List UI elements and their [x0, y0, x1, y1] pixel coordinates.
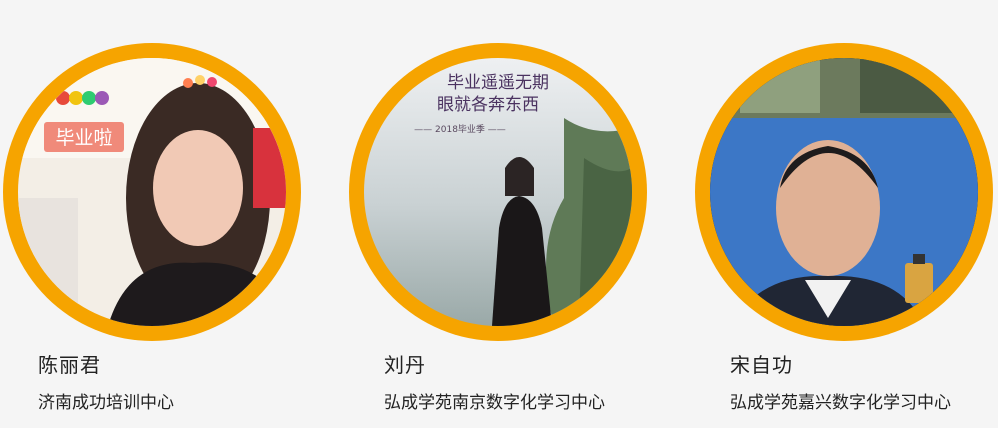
graduate-card-2: 毕业遥遥无期 眼就各奔东西 —— 2018毕业季 —— 刘丹 弘成学苑南京数字化… — [346, 0, 647, 428]
photo-caption-line-2: 眼就各奔东西 — [437, 95, 539, 115]
avatar-ring: 毕业遥遥无期 眼就各奔东西 —— 2018毕业季 —— — [349, 43, 647, 341]
graduate-name: 陈丽君 — [38, 353, 101, 377]
avatar-ring — [695, 43, 993, 341]
graduate-card-1: 毕业啦 陈丽君 济南成功培训中心 — [0, 0, 301, 428]
avatar-ring: 毕业啦 — [3, 43, 301, 341]
graduate-photo — [710, 58, 978, 326]
photo-caption: 毕业啦 — [55, 127, 112, 149]
graduate-organization: 弘成学苑南京数字化学习中心 — [384, 393, 605, 413]
photo-caption-small: —— 2018毕业季 —— — [414, 123, 506, 135]
graduate-card-3: 宋自功 弘成学苑嘉兴数字化学习中心 — [692, 0, 993, 428]
graduate-photo: 毕业啦 — [18, 58, 286, 326]
graduate-organization: 济南成功培训中心 — [38, 393, 174, 413]
graduate-organization: 弘成学苑嘉兴数字化学习中心 — [730, 393, 951, 413]
graduate-name: 宋自功 — [730, 353, 793, 377]
photo-caption-line-1: 毕业遥遥无期 — [447, 73, 549, 93]
graduate-name: 刘丹 — [384, 353, 426, 377]
graduate-photo: 毕业遥遥无期 眼就各奔东西 —— 2018毕业季 —— — [364, 58, 632, 326]
